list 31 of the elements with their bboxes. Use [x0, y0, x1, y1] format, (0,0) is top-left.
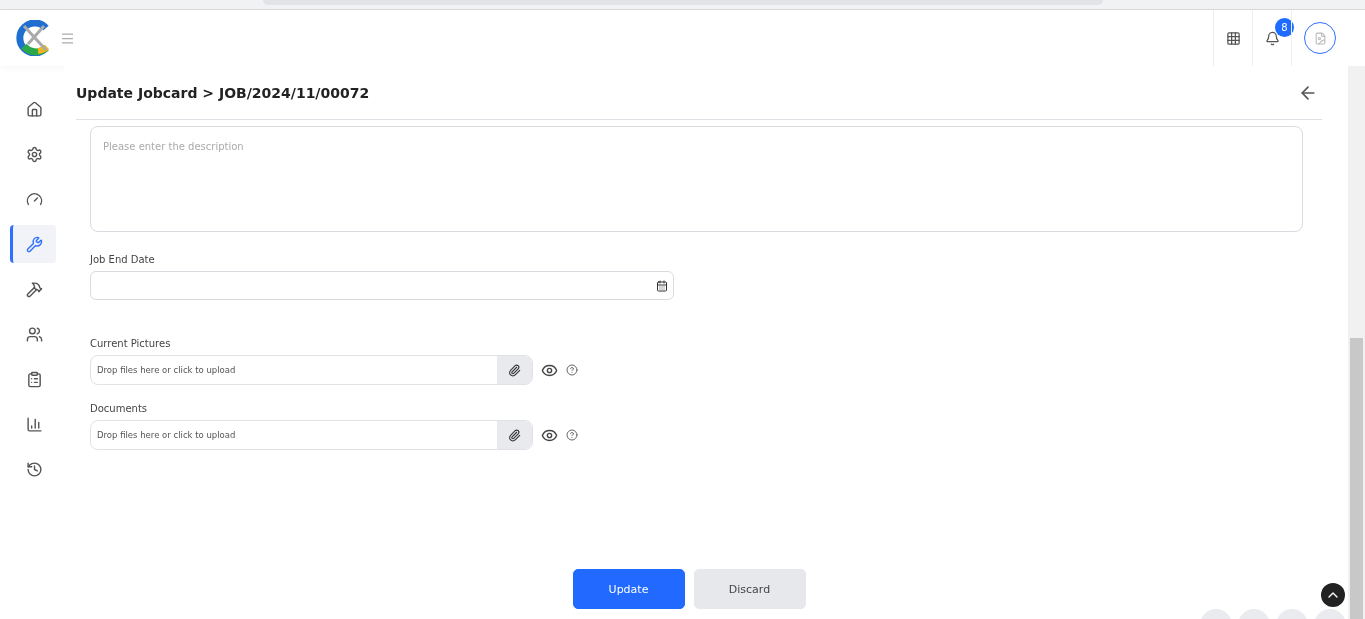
- field-label: Documents: [90, 403, 149, 414]
- file-upload-field[interactable]: Drop files here or click to upload: [90, 355, 533, 385]
- logo-icon: [16, 20, 52, 56]
- gauge-icon: [26, 190, 43, 208]
- notification-icon[interactable]: [1264, 30, 1280, 46]
- calendar-icon[interactable]: [656, 279, 668, 292]
- history-icon: [26, 460, 43, 478]
- sidebar-item[interactable]: [10, 225, 56, 263]
- date-field[interactable]: [90, 271, 674, 300]
- hammer-icon: [26, 280, 43, 298]
- update-button[interactable]: Update: [572, 569, 685, 609]
- scroll-up-button[interactable]: [1321, 583, 1345, 607]
- discard-button[interactable]: Discard: [693, 569, 806, 609]
- home-icon: [26, 100, 43, 118]
- apps-grid-icon[interactable]: [1225, 30, 1241, 46]
- field-label: Job End Date: [90, 254, 156, 265]
- page-title: Update Jobcard > JOB/2024/11/00072: [76, 84, 370, 101]
- settings-icon: [26, 145, 43, 163]
- paperclip-icon[interactable]: [497, 421, 532, 449]
- help-icon[interactable]: [566, 364, 578, 376]
- description-field[interactable]: Please enter the description: [90, 126, 1303, 232]
- clipboard-icon: [26, 370, 43, 388]
- users-icon: [26, 325, 43, 343]
- bar-chart-icon: [26, 415, 43, 433]
- paperclip-icon[interactable]: [497, 356, 532, 384]
- wrench-icon: [26, 235, 43, 253]
- field-label: Current Pictures: [90, 338, 172, 349]
- help-icon[interactable]: [566, 429, 578, 441]
- file-upload-field[interactable]: Drop files here or click to upload: [90, 420, 533, 450]
- scrollbar[interactable]: [1348, 66, 1365, 619]
- avatar[interactable]: [1304, 22, 1336, 54]
